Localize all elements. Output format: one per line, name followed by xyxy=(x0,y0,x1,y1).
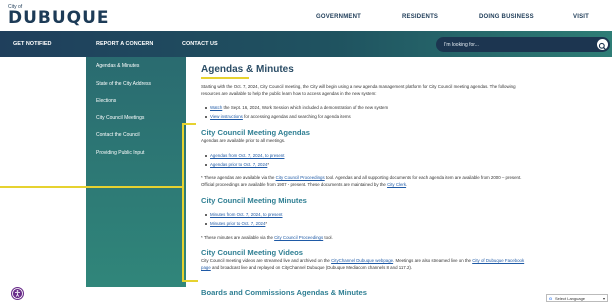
council-proceedings-link[interactable]: City Council Proceedings xyxy=(274,235,323,240)
main-content: Agendas & Minutes Starting with the Oct.… xyxy=(189,57,530,305)
language-select-label: Select Language xyxy=(555,296,586,301)
nav-doing-business[interactable]: DOING BUSINESS xyxy=(479,14,534,20)
citychannel-link[interactable]: CityChannel Dubuque webpage xyxy=(331,258,393,263)
sidebar-item-public-input[interactable]: Providing Public Input xyxy=(96,150,144,156)
list-item: Watch the Sept. 16, 2024, Work Session w… xyxy=(205,105,388,110)
get-notified-link[interactable]: GET NOTIFIED xyxy=(13,41,52,47)
chevron-down-icon: ▾ xyxy=(602,296,605,301)
list-item: View instructions for accessing agendas … xyxy=(205,114,351,119)
council-proceedings-link[interactable]: City Council Proceedings xyxy=(276,175,325,180)
link-suffix: * xyxy=(267,162,270,167)
city-clerk-link[interactable]: City Clerk xyxy=(387,182,406,187)
google-icon: G xyxy=(549,296,553,301)
para-text: City Council meeting videos are streamed… xyxy=(201,258,332,263)
search-button[interactable] xyxy=(597,39,608,50)
nav-visit[interactable]: VISIT xyxy=(573,14,589,20)
boards-heading: Boards and Commissions Agendas & Minutes xyxy=(201,288,367,297)
videos-heading: City Council Meeting Videos xyxy=(201,248,303,257)
agendas-subtext: Agendas are available prior to all meeti… xyxy=(201,138,286,143)
list-item-text: for accessing agendas and searching for … xyxy=(242,114,351,119)
highlight-bracket xyxy=(182,123,184,282)
search-icon xyxy=(598,42,606,50)
note-text: * These minutes are available via the xyxy=(201,235,275,240)
nav-government[interactable]: GOVERNMENT xyxy=(316,14,361,20)
note-text: tool. xyxy=(323,235,333,240)
sidebar-item-elections[interactable]: Elections xyxy=(96,98,116,104)
report-concern-link[interactable]: REPORT A CONCERN xyxy=(96,41,153,47)
highlight-bracket-bottom xyxy=(182,280,198,282)
logo-name: DUBUQUE xyxy=(8,8,110,28)
highlight-bracket-top xyxy=(182,123,196,125)
note-text: . xyxy=(406,181,408,187)
bullet xyxy=(205,154,207,157)
accessibility-icon xyxy=(12,288,23,299)
sidebar-item-state-of-city[interactable]: State of the City Address xyxy=(96,81,151,87)
bullet xyxy=(205,115,207,118)
videos-paragraph: City Council meeting videos are streamed… xyxy=(201,258,526,271)
note-text: * These agendas are available via the xyxy=(201,175,276,180)
secondary-nav: GET NOTIFIED REPORT A CONCERN CONTACT US xyxy=(0,31,612,57)
title-underline xyxy=(201,77,249,79)
intro-paragraph: Starting with the Oct. 7, 2024, City Cou… xyxy=(201,84,516,96)
agendas-heading: City Council Meeting Agendas xyxy=(201,128,310,137)
watch-link[interactable]: Watch xyxy=(210,105,222,110)
agendas-current-link[interactable]: Agendas from Oct. 7, 2024, to present xyxy=(210,153,284,158)
view-instructions-link[interactable]: View instructions xyxy=(210,114,243,119)
list-item: Agendas prior to Oct. 7, 2024* xyxy=(205,162,269,167)
contact-us-link[interactable]: CONTACT US xyxy=(182,41,218,47)
sidebar-item-agendas-minutes[interactable]: Agendas & Minutes xyxy=(96,63,139,69)
agendas-note: * These agendas are available via the Ci… xyxy=(201,175,526,188)
sidebar: Agendas & Minutes State of the City Addr… xyxy=(86,57,186,287)
accessibility-button[interactable] xyxy=(11,287,24,300)
highlight-line xyxy=(0,186,184,188)
site-header: City of DUBUQUE GOVERNMENT RESIDENTS DOI… xyxy=(0,0,612,31)
city-logo[interactable]: City of DUBUQUE xyxy=(8,5,110,28)
list-item-text: the Sept. 16, 2024, Work Session which i… xyxy=(222,105,389,110)
sidebar-item-council-meetings[interactable]: City Council Meetings xyxy=(96,115,144,121)
search-input[interactable] xyxy=(444,39,584,50)
bullet xyxy=(205,213,207,216)
bullet xyxy=(205,106,207,109)
minutes-prior-link[interactable]: Minutes prior to Oct. 7, 2024 xyxy=(210,221,265,226)
sidebar-item-contact-council[interactable]: Contact the Council xyxy=(96,132,140,138)
minutes-heading: City Council Meeting Minutes xyxy=(201,196,307,205)
minutes-current-link[interactable]: Minutes from Oct. 7, 2024, to present xyxy=(210,212,282,217)
list-item: Minutes from Oct. 7, 2024, to present xyxy=(205,212,282,217)
link-suffix: * xyxy=(265,221,268,226)
search-box xyxy=(436,37,610,52)
list-item: Agendas from Oct. 7, 2024, to present xyxy=(205,153,284,158)
list-item: Minutes prior to Oct. 7, 2024* xyxy=(205,221,267,226)
nav-residents[interactable]: RESIDENTS xyxy=(402,14,438,20)
agendas-prior-link[interactable]: Agendas prior to Oct. 7, 2024 xyxy=(210,162,267,167)
minutes-note: * These minutes are available via the Ci… xyxy=(201,235,526,242)
bullet xyxy=(205,163,207,166)
page-title: Agendas & Minutes xyxy=(201,64,294,75)
para-text: . Meetings are also streamed live on the xyxy=(393,258,473,263)
para-text: and broadcast live and replayed on CityC… xyxy=(210,264,413,270)
bullet xyxy=(205,222,207,225)
language-select[interactable]: G Select Language ▾ xyxy=(546,294,608,302)
